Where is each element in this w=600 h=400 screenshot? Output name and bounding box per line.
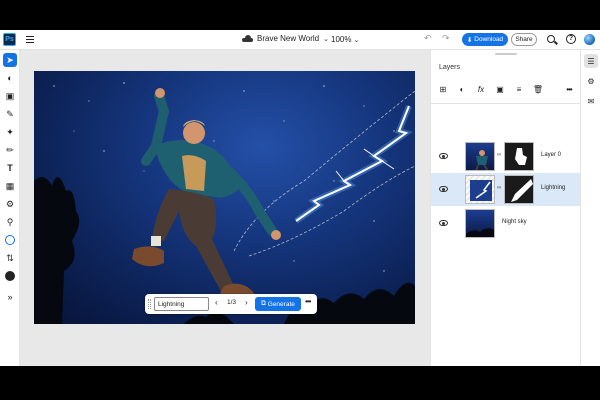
variation-counter: 1/3 <box>227 299 237 306</box>
download-label: Download <box>474 36 504 43</box>
document-title[interactable]: Brave New World ⌄ <box>242 34 329 43</box>
add-layer-icon[interactable]: ⊞ <box>437 83 449 95</box>
app-window: Ps Brave New World ⌄ 100% ⌄ ↶ ↷ ⬇ Downlo… <box>0 30 600 366</box>
layer-name: Lightning <box>541 185 566 191</box>
share-button[interactable]: Share <box>511 33 537 46</box>
generate-label: Generate <box>267 300 295 308</box>
next-variation-icon[interactable]: › <box>245 298 248 307</box>
image-icon[interactable]: ▦ <box>3 179 17 193</box>
link-icon[interactable]: ∞ <box>497 152 501 158</box>
visibility-icon[interactable] <box>439 220 448 226</box>
drag-handle[interactable] <box>148 299 151 309</box>
zoom-value: 100% <box>331 35 352 44</box>
type-icon[interactable]: T <box>3 161 17 175</box>
visibility-icon[interactable] <box>439 153 448 159</box>
top-bar: Ps Brave New World ⌄ 100% ⌄ ↶ ↷ ⬇ Downlo… <box>0 30 600 50</box>
download-button[interactable]: ⬇ Download <box>462 33 508 46</box>
contextual-task-bar: ‹ 1/3 › ⧉ Generate ••• <box>145 294 317 314</box>
divider <box>431 103 581 104</box>
search-icon[interactable] <box>547 35 555 43</box>
layer-thumbnail <box>465 142 495 171</box>
more-options-icon[interactable]: ••• <box>305 297 311 306</box>
more-options-icon[interactable]: ••• <box>563 83 575 95</box>
adjustment-icon[interactable]: ◐ <box>3 71 17 85</box>
eyedropper-icon[interactable]: ⚲ <box>3 215 17 229</box>
effects-icon[interactable]: fx <box>475 83 487 95</box>
avatar[interactable] <box>584 34 595 45</box>
stack-icon[interactable]: ≡ <box>513 83 525 95</box>
panel-title: Layers <box>439 64 461 71</box>
tools-toolbar: ➤ ◐ ▣ ✎ ✦ ✏ T ▦ ⚙ ⚲ ⇅ » <box>0 50 20 366</box>
document-title-text: Brave New World <box>257 34 320 43</box>
layer-mask-thumbnail <box>504 175 534 204</box>
canvas-area: ‹ 1/3 › ⧉ Generate ••• <box>20 50 430 366</box>
layer-row[interactable]: ∞ Layer 0 <box>431 140 581 173</box>
app-logo[interactable]: Ps <box>3 33 16 46</box>
visibility-icon[interactable] <box>439 186 448 192</box>
delete-icon[interactable]: 🗑 <box>532 83 544 95</box>
heal-icon[interactable]: ✦ <box>3 125 17 139</box>
generate-icon: ⧉ <box>261 300 266 307</box>
layers-icon[interactable]: ☰ <box>584 54 598 68</box>
link-icon[interactable]: ∞ <box>497 185 501 191</box>
canvas-image[interactable] <box>34 71 415 324</box>
select-icon[interactable]: ➤ <box>3 53 17 67</box>
help-icon[interactable]: ? <box>566 34 576 44</box>
layer-name: Layer 0 <box>541 152 562 158</box>
generate-button[interactable]: ⧉ Generate <box>255 297 301 311</box>
mask-icon[interactable]: ▣ <box>494 83 506 95</box>
layer-thumbnail <box>465 175 495 204</box>
layer-name: Night sky <box>502 219 527 225</box>
cloud-icon <box>242 35 253 42</box>
prompt-input[interactable] <box>154 297 209 311</box>
clone-icon[interactable]: ⚙ <box>3 197 17 211</box>
undo-icon[interactable]: ↶ <box>424 33 432 44</box>
previous-variation-icon[interactable]: ‹ <box>215 298 218 307</box>
adjustments-icon[interactable]: ⚙ <box>584 74 598 88</box>
swap-icon[interactable]: ⇅ <box>3 251 17 265</box>
panel-handle[interactable] <box>495 53 517 55</box>
menu-icon[interactable] <box>26 36 34 43</box>
layer-mask-thumbnail <box>504 142 534 171</box>
crop-icon[interactable]: ▣ <box>3 89 17 103</box>
download-icon: ⬇ <box>466 36 473 44</box>
expand-icon[interactable]: » <box>3 290 17 304</box>
layer-actions: ⊞ ◐ fx ▣ ≡ 🗑 ••• <box>437 83 577 97</box>
brush-icon[interactable]: ✎ <box>3 107 17 121</box>
layer-row[interactable]: ∞ Lightning <box>431 173 581 206</box>
foreground-color-icon[interactable] <box>3 269 17 283</box>
paint-icon[interactable]: ✏ <box>3 143 17 157</box>
zoom-dropdown[interactable]: 100% ⌄ <box>328 33 362 46</box>
layers-panel: Layers ⊞ ◐ fx ▣ ≡ 🗑 ••• ∞ Layer 0 ∞ Ligh… <box>430 50 581 366</box>
layer-thumbnail <box>465 209 495 238</box>
chevron-down-icon: ⌄ <box>353 36 360 44</box>
composite-image <box>34 82 415 324</box>
adjustment-layer-icon[interactable]: ◐ <box>456 83 468 95</box>
right-rail: ☰ ⚙ ✉ <box>580 50 600 366</box>
layer-row[interactable]: Night sky <box>431 207 581 240</box>
comments-icon[interactable]: ✉ <box>584 94 598 108</box>
color-swatch-icon[interactable] <box>3 233 17 247</box>
redo-icon[interactable]: ↷ <box>442 33 450 44</box>
